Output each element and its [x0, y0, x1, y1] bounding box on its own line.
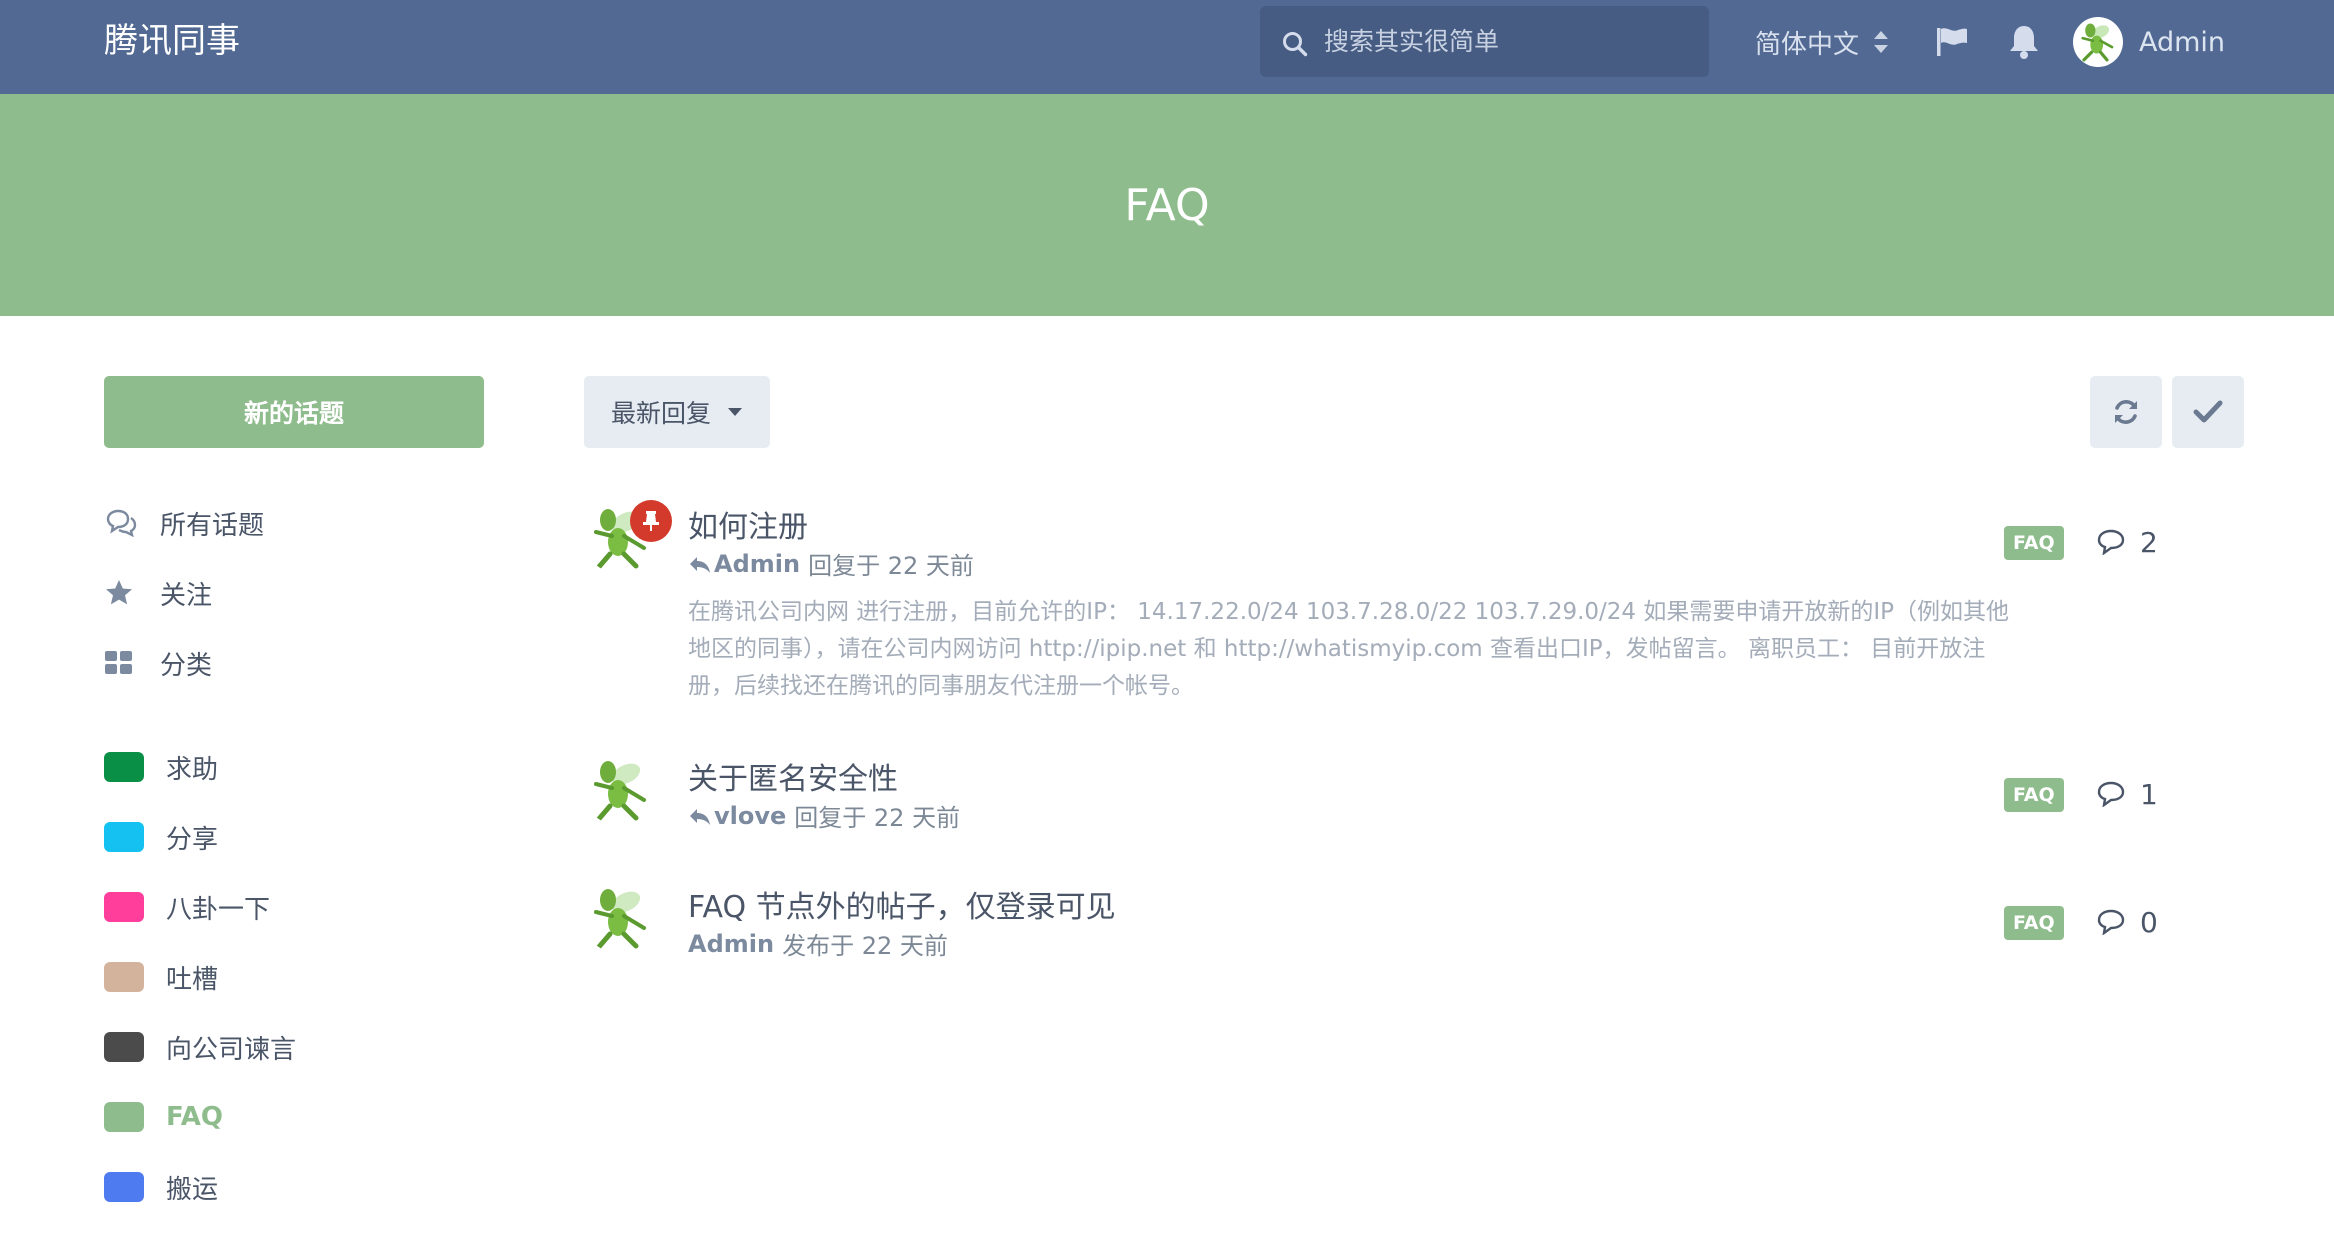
new-topic-button[interactable]: 新的话题 — [104, 376, 484, 448]
sidebar-item-categories[interactable]: 分类 — [104, 638, 212, 688]
reply-icon — [690, 808, 710, 825]
sidebar-item-label: 关注 — [160, 580, 213, 611]
pin-icon — [643, 511, 659, 531]
mark-all-read-button[interactable] — [2172, 376, 2244, 448]
topic-row[interactable]: FAQ 节点外的帖子，仅登录可见 Admin 发布于 22 天前 FAQ 0 — [584, 882, 2244, 972]
reply-icon — [690, 556, 710, 573]
tag-color-swatch — [104, 1102, 144, 1132]
tag-color-swatch — [104, 752, 144, 782]
comments-icon — [106, 509, 137, 537]
category-hero: FAQ — [0, 94, 2334, 316]
tag-badge[interactable]: FAQ — [2004, 526, 2064, 560]
tag-color-swatch — [104, 1032, 144, 1062]
language-selector[interactable]: 简体中文 — [1755, 20, 1889, 64]
topic-author[interactable]: Admin — [688, 930, 774, 958]
sidebar-item-all-topics[interactable]: 所有话题 — [104, 498, 264, 548]
sidebar-item-label: 八卦一下 — [166, 894, 271, 925]
sidebar-item-label: FAQ — [166, 1102, 224, 1132]
tag-badge[interactable]: FAQ — [2004, 906, 2064, 940]
tag-color-swatch — [104, 962, 144, 992]
sidebar-tag-faq[interactable]: FAQ — [104, 1092, 223, 1142]
topic-author[interactable]: Admin — [714, 550, 800, 578]
reply-count: 2 — [2096, 522, 2158, 562]
sidebar-item-label: 求助 — [166, 754, 219, 785]
mascot-avatar-icon — [2081, 23, 2114, 62]
search-box[interactable] — [1260, 6, 1709, 77]
sort-dropdown-button[interactable]: 最新回复 — [584, 376, 770, 448]
mascot-avatar-icon — [594, 761, 646, 823]
language-label: 简体中文 — [1755, 29, 1860, 60]
star-icon — [106, 580, 132, 605]
site-brand[interactable]: 腾讯同事 — [104, 18, 240, 64]
sidebar-tag-share[interactable]: 分享 — [104, 812, 218, 862]
refresh-button[interactable] — [2090, 376, 2162, 448]
reply-count: 1 — [2096, 774, 2158, 814]
refresh-icon — [2115, 400, 2137, 424]
topic-meta: Admin 回复于 22 天前 — [688, 546, 974, 581]
mascot-avatar-icon — [594, 889, 646, 951]
topic-author[interactable]: vlove — [714, 802, 786, 830]
sort-label: 最新回复 — [610, 399, 711, 428]
grid-icon — [105, 651, 132, 674]
comment-icon — [2097, 529, 2125, 555]
comment-icon — [2097, 909, 2125, 935]
sidebar-item-label: 吐槽 — [166, 964, 219, 995]
sidebar-item-following[interactable]: 关注 — [104, 568, 212, 618]
reply-count-value: 1 — [2140, 777, 2158, 811]
check-icon — [2193, 400, 2223, 423]
topic-meta: vlove 回复于 22 天前 — [688, 798, 960, 833]
avatar[interactable] — [584, 882, 656, 954]
username-label: Admin — [2139, 26, 2226, 58]
top-navbar: 腾讯同事 简体中文 Admin — [0, 0, 2334, 94]
topic-title[interactable]: 如何注册 — [688, 502, 808, 546]
topic-row[interactable]: 如何注册 Admin 回复于 22 天前 在腾讯公司内网 进行注册，目前允许的I… — [584, 500, 2244, 712]
reply-count-value: 2 — [2140, 525, 2158, 559]
avatar[interactable] — [584, 754, 656, 826]
sidebar-item-label: 向公司谏言 — [166, 1034, 297, 1065]
user-menu[interactable]: Admin — [2073, 17, 2225, 67]
reply-count-value: 0 — [2140, 905, 2158, 939]
sidebar-tag-repost[interactable]: 搬运 — [104, 1162, 218, 1212]
flag-icon[interactable] — [1935, 26, 1969, 58]
sidebar-tag-advice[interactable]: 向公司谏言 — [104, 1022, 296, 1072]
tag-color-swatch — [104, 892, 144, 922]
bell-icon[interactable] — [2008, 24, 2040, 60]
sidebar-item-label: 所有话题 — [160, 510, 265, 541]
topic-time: 发布于 22 天前 — [782, 932, 948, 960]
topic-row[interactable]: 关于匿名安全性 vlove 回复于 22 天前 FAQ 1 — [584, 754, 2244, 844]
topic-time: 回复于 22 天前 — [808, 552, 974, 580]
avatar — [2073, 17, 2123, 67]
sidebar-item-label: 分类 — [160, 650, 213, 681]
page-title: FAQ — [1124, 179, 1210, 231]
topic-excerpt: 在腾讯公司内网 进行注册，目前允许的IP： 14.17.22.0/24 103.… — [688, 599, 2010, 699]
sidebar-item-label: 分享 — [166, 824, 219, 855]
sidebar-tag-complain[interactable]: 吐槽 — [104, 952, 218, 1002]
tag-color-swatch — [104, 822, 144, 852]
topic-meta: Admin 发布于 22 天前 — [688, 926, 948, 961]
sidebar-tag-help[interactable]: 求助 — [104, 742, 218, 792]
caret-down-icon — [728, 408, 742, 416]
sidebar-tag-gossip[interactable]: 八卦一下 — [104, 882, 270, 932]
tag-color-swatch — [104, 1172, 144, 1202]
search-input[interactable] — [1324, 6, 1694, 77]
sidebar-item-label: 搬运 — [166, 1174, 219, 1205]
tag-badge[interactable]: FAQ — [2004, 778, 2064, 812]
pin-badge — [630, 500, 672, 542]
sort-arrows-icon — [1874, 31, 1889, 53]
search-icon — [1283, 32, 1308, 57]
topic-title[interactable]: 关于匿名安全性 — [688, 754, 898, 798]
topic-title[interactable]: FAQ 节点外的帖子，仅登录可见 — [688, 882, 1116, 926]
comment-icon — [2097, 781, 2125, 807]
reply-count: 0 — [2096, 902, 2158, 942]
topic-time: 回复于 22 天前 — [794, 804, 961, 832]
